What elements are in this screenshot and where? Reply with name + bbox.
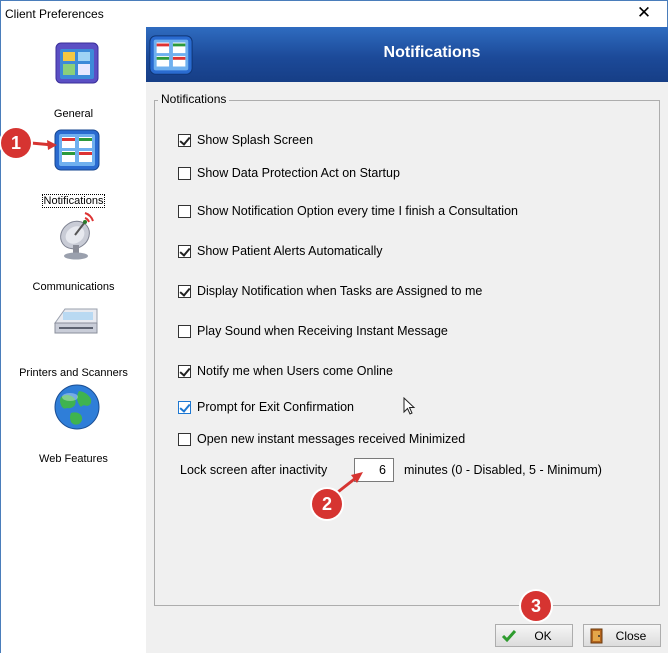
lock-screen-label: Lock screen after inactivity: [180, 463, 328, 477]
panel-header: Notifications: [146, 27, 668, 82]
callout-badge-2: 2: [312, 489, 342, 519]
checkbox-box[interactable]: [178, 284, 191, 298]
checkbox-label: Open new instant messages received Minim…: [197, 432, 466, 446]
groupbox-legend: Notifications: [158, 92, 230, 106]
callout-badge-1: 1: [1, 128, 31, 158]
sidebar-item-communications[interactable]: Communications: [1, 211, 146, 297]
lock-screen-hint: minutes (0 - Disabled, 5 - Minimum): [404, 463, 602, 477]
play-sound-checkbox[interactable]: Play Sound when Receiving Instant Messag…: [178, 323, 448, 339]
checkbox-box[interactable]: [178, 364, 191, 378]
open-messages-minimized-checkbox[interactable]: Open new instant messages received Minim…: [178, 431, 465, 447]
checkbox-label: Show Patient Alerts Automatically: [197, 244, 383, 258]
close-window-icon[interactable]: ✕: [635, 4, 653, 22]
client-preferences-window: Client Preferences ✕ General Notificatio…: [0, 0, 668, 653]
sidebar-item-label: Web Features: [39, 453, 108, 465]
checkbox-label: Show Notification Option every time I fi…: [197, 204, 518, 218]
checkbox-label: Prompt for Exit Confirmation: [197, 400, 354, 414]
preferences-sidebar: General Notifications Communications Pri…: [1, 27, 146, 653]
window-title: Client Preferences: [5, 7, 104, 21]
sidebar-item-label-text: Notifications: [41, 194, 106, 208]
prompt-exit-confirmation-checkbox[interactable]: Prompt for Exit Confirmation: [178, 399, 354, 415]
checkbox-box[interactable]: [178, 244, 191, 258]
checkbox-label: Show Data Protection Act on Startup: [197, 166, 400, 180]
display-task-notification-checkbox[interactable]: Display Notification when Tasks are Assi…: [178, 283, 482, 299]
sidebar-item-label: General: [53, 108, 94, 120]
show-data-protection-act-checkbox[interactable]: Show Data Protection Act on Startup: [178, 165, 400, 181]
satellite-dish-icon: [60, 212, 94, 260]
ok-button-label: OK: [534, 628, 552, 643]
callout-badge-3: 3: [521, 591, 551, 621]
notifications-icon: [54, 129, 100, 171]
sidebar-item-label: Communications: [32, 281, 115, 293]
mouse-cursor-icon: [403, 397, 416, 415]
close-button[interactable]: Close: [583, 624, 661, 647]
sidebar-item-web-features[interactable]: Web Features: [1, 383, 146, 469]
notifications-panel: Notifications Notifications Show Splash …: [146, 27, 668, 653]
show-notification-option-checkbox[interactable]: Show Notification Option every time I fi…: [178, 203, 518, 219]
show-patient-alerts-checkbox[interactable]: Show Patient Alerts Automatically: [178, 243, 383, 259]
checkbox-label: Notify me when Users come Online: [197, 364, 393, 378]
sidebar-item-label: Printers and Scanners: [19, 367, 128, 379]
sidebar-item-label: Notifications: [1, 194, 146, 208]
sidebar-item-general[interactable]: General: [1, 37, 146, 133]
checkbox-box[interactable]: [178, 204, 191, 218]
checkbox-label: Show Splash Screen: [197, 133, 314, 147]
checkbox-box[interactable]: [178, 324, 191, 338]
lock-screen-minutes-input[interactable]: 6: [354, 458, 394, 482]
checkbox-label: Play Sound when Receiving Instant Messag…: [197, 324, 448, 338]
checkbox-box[interactable]: [178, 400, 191, 414]
checkbox-box[interactable]: [178, 166, 191, 180]
checkbox-box[interactable]: [178, 432, 191, 446]
sidebar-item-printers-and-scanners[interactable]: Printers and Scanners: [1, 297, 146, 383]
show-splash-screen-checkbox[interactable]: Show Splash Screen: [178, 132, 313, 148]
globe-icon: [54, 384, 100, 430]
notify-users-online-checkbox[interactable]: Notify me when Users come Online: [178, 363, 393, 379]
scanner-icon: [54, 308, 98, 334]
checkbox-box[interactable]: [178, 133, 191, 147]
panel-title: Notifications: [383, 44, 481, 61]
checkbox-label: Display Notification when Tasks are Assi…: [197, 284, 483, 298]
title-bar: Client Preferences ✕: [1, 1, 667, 27]
close-button-label: Close: [615, 628, 647, 643]
ok-button[interactable]: OK: [495, 624, 573, 647]
general-icon: [55, 42, 99, 84]
